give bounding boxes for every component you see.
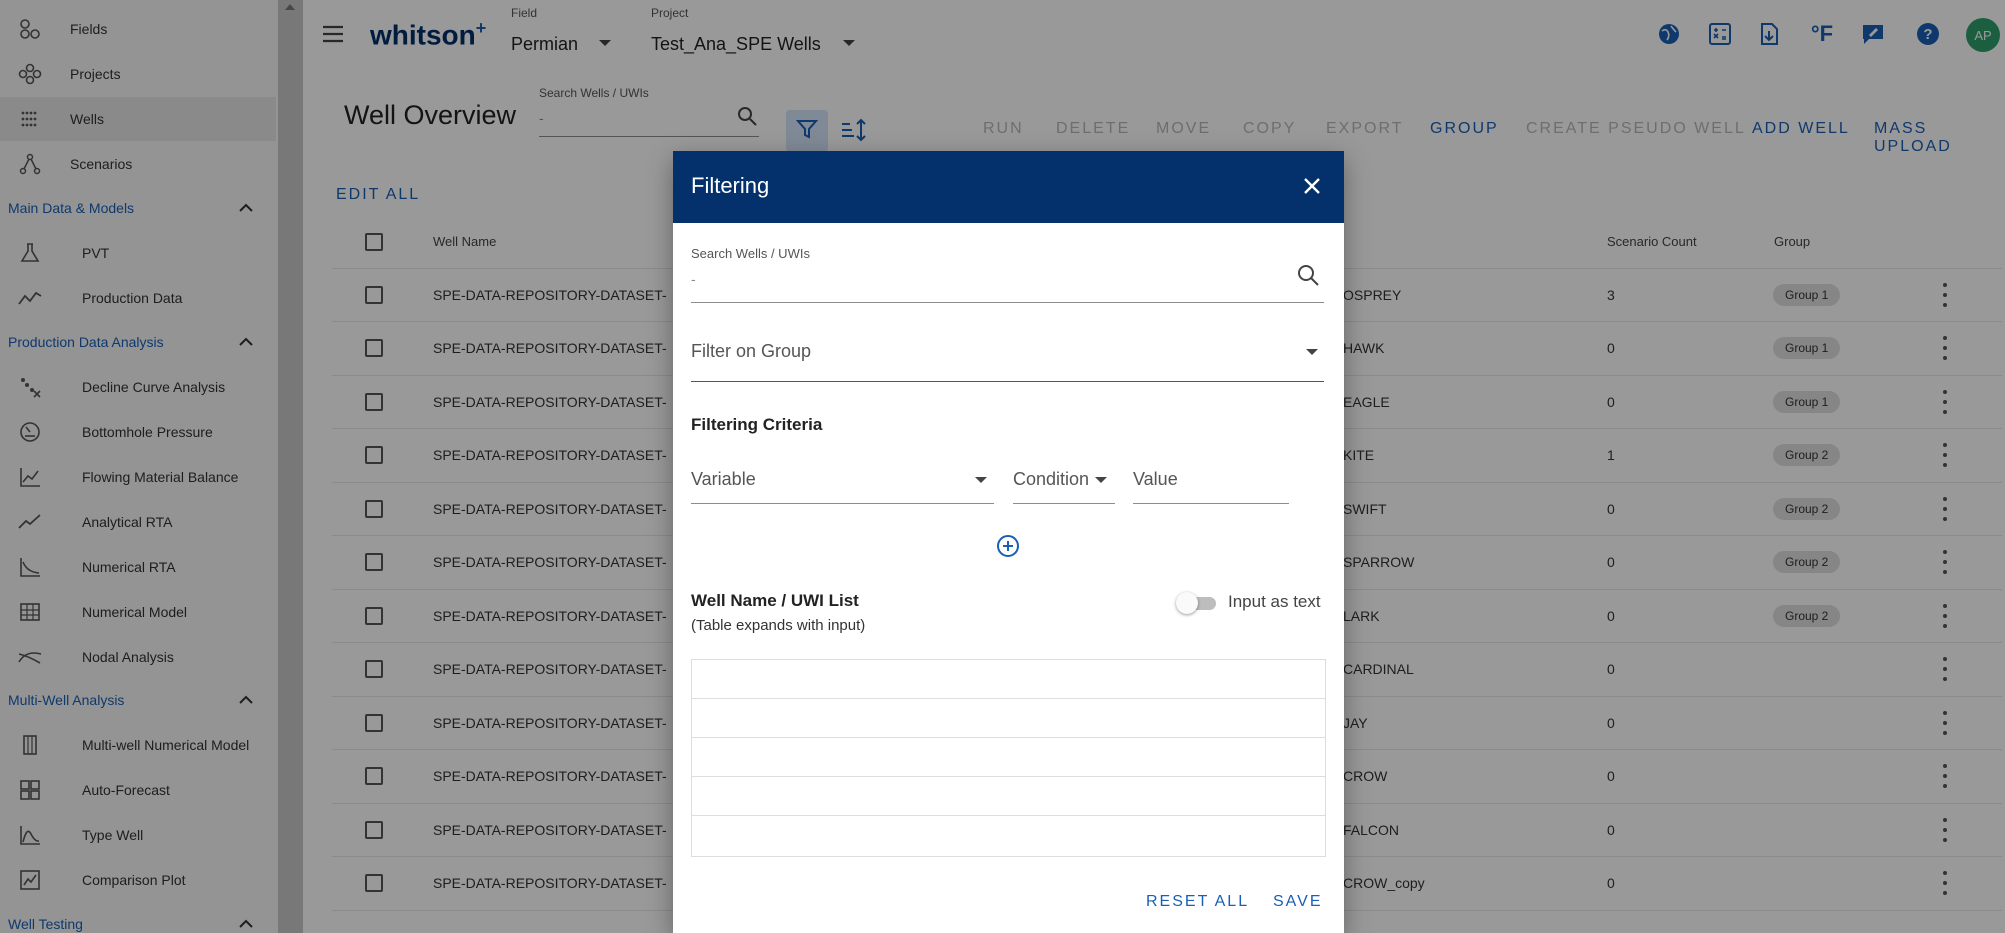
- dialog-search-field[interactable]: Search Wells / UWIs -: [691, 246, 1324, 304]
- dropdown-arrow-icon: [1095, 477, 1107, 483]
- dialog-search-value: -: [691, 271, 696, 287]
- variable-underline: [691, 503, 994, 504]
- reset-all-button[interactable]: RESET ALL: [1146, 893, 1249, 911]
- variable-select[interactable]: Variable: [691, 469, 994, 504]
- well-list-subtitle: (Table expands with input): [691, 617, 866, 634]
- add-criteria-icon[interactable]: [995, 533, 1021, 559]
- grid-line: [692, 698, 1325, 699]
- value-input[interactable]: Value: [1133, 469, 1289, 504]
- filtering-dialog: Filtering Search Wells / UWIs - Filter o…: [673, 151, 1344, 933]
- input-as-text-toggle[interactable]: [1176, 592, 1218, 614]
- value-placeholder: Value: [1133, 469, 1178, 489]
- toggle-thumb: [1176, 592, 1198, 614]
- dialog-title: Filtering: [691, 173, 770, 198]
- dialog-search-underline: [691, 302, 1324, 303]
- filtering-criteria-title: Filtering Criteria: [691, 415, 823, 434]
- search-icon[interactable]: [1297, 264, 1319, 291]
- well-list-title: Well Name / UWI List: [691, 591, 859, 610]
- input-as-text-label: Input as text: [1228, 592, 1321, 611]
- grid-line: [692, 815, 1325, 816]
- filter-group-underline: [691, 381, 1324, 382]
- dropdown-arrow-icon: [975, 477, 987, 483]
- dropdown-arrow-icon: [1306, 349, 1318, 355]
- condition-underline: [1013, 503, 1115, 504]
- well-list-table[interactable]: [691, 659, 1326, 857]
- filter-on-group-select[interactable]: Filter on Group: [691, 331, 1324, 383]
- save-button[interactable]: SAVE: [1273, 893, 1323, 911]
- value-underline: [1133, 503, 1289, 504]
- grid-line: [692, 776, 1325, 777]
- dialog-header: Filtering: [673, 151, 1344, 223]
- grid-line: [692, 737, 1325, 738]
- close-icon[interactable]: [1301, 175, 1323, 197]
- dialog-search-label: Search Wells / UWIs: [691, 246, 810, 261]
- variable-placeholder: Variable: [691, 469, 756, 489]
- filter-group-placeholder: Filter on Group: [691, 341, 812, 361]
- condition-select[interactable]: Condition: [1013, 469, 1115, 504]
